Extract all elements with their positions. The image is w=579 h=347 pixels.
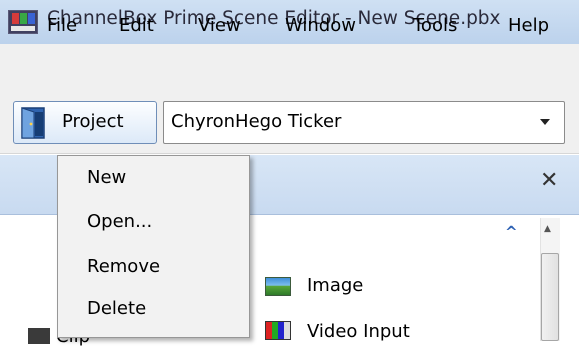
scene-select-value: ChyronHego Ticker bbox=[171, 111, 342, 132]
image-icon bbox=[265, 277, 291, 296]
menu-item-remove[interactable]: Remove bbox=[87, 256, 160, 277]
app-icon bbox=[8, 10, 38, 34]
menu-help[interactable]: Help bbox=[508, 15, 549, 36]
asset-item-label[interactable]: Image bbox=[307, 275, 363, 296]
menu-item-open[interactable]: Open... bbox=[87, 211, 152, 232]
menu-tools[interactable]: Tools bbox=[413, 15, 457, 36]
chevron-up-icon[interactable]: ^ bbox=[505, 223, 518, 241]
menu-window[interactable]: Window bbox=[285, 15, 356, 36]
project-button-label: Project bbox=[62, 111, 124, 132]
menu-view[interactable]: View bbox=[198, 15, 241, 36]
chevron-down-icon[interactable] bbox=[540, 119, 550, 125]
video-input-icon bbox=[265, 321, 291, 340]
menu-item-delete[interactable]: Delete bbox=[87, 298, 146, 319]
asset-item-label[interactable]: Video Input bbox=[307, 321, 410, 342]
menu-file[interactable]: File bbox=[47, 15, 77, 36]
menu-item-new[interactable]: New bbox=[87, 167, 126, 188]
scroll-up-arrow-icon[interactable]: ▲ bbox=[544, 224, 551, 234]
clip-icon bbox=[28, 328, 50, 344]
close-icon[interactable]: ✕ bbox=[540, 168, 558, 193]
scrollbar-thumb[interactable] bbox=[541, 253, 559, 341]
menu-edit[interactable]: Edit bbox=[119, 15, 154, 36]
door-icon bbox=[21, 107, 45, 139]
project-dropdown-menu bbox=[57, 155, 250, 338]
menu-bar bbox=[0, 44, 579, 92]
